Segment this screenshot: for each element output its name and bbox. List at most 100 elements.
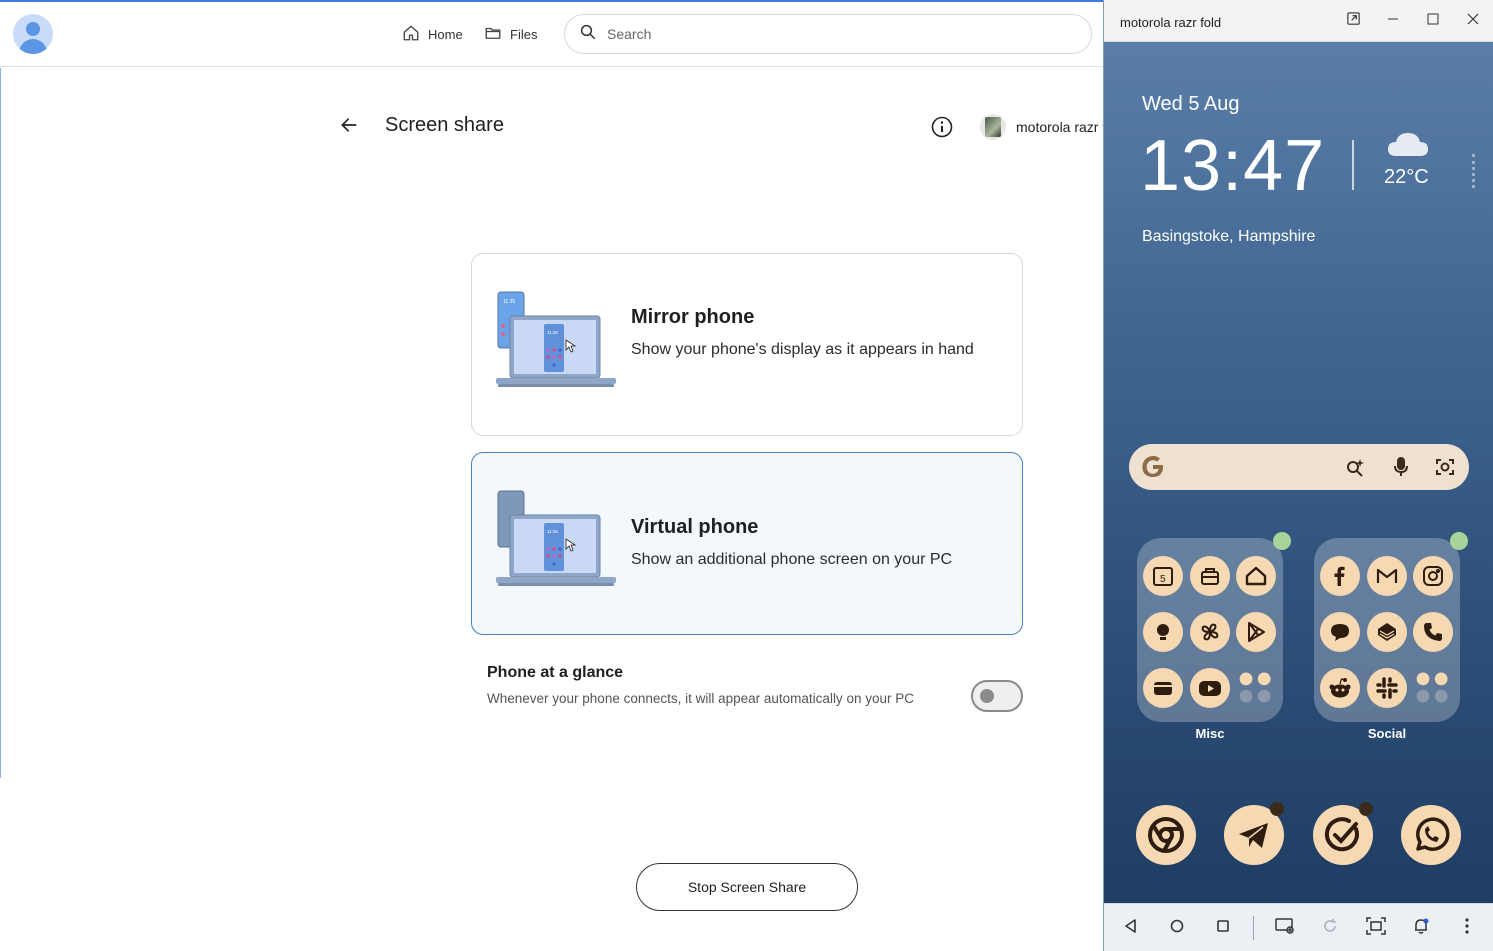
nav-files-label: Files [510,26,538,42]
folder-social[interactable] [1314,532,1468,722]
minimize-icon [1387,12,1399,30]
nav-separator [1253,916,1254,940]
display-settings-button[interactable] [1274,917,1296,939]
phone-link-app: Home Files Screen share [0,0,1103,951]
maximize-button[interactable] [1424,12,1442,30]
play-store-icon[interactable] [1236,612,1276,652]
window-edge [0,68,1,778]
phone-recents-button[interactable] [1212,917,1234,939]
stamp-icon[interactable] [1190,556,1230,596]
back-button[interactable] [336,114,362,140]
svg-text:11:35: 11:35 [503,299,515,305]
more-options-button[interactable] [1456,917,1478,939]
mirror-phone-option[interactable]: 11:35 11:35 Mirror phone Show your phone… [471,253,1023,436]
phone-screen[interactable]: Wed 5 Aug 13:47 22°C Basingstoke, Hampsh… [1104,42,1493,903]
phone-window: motorola razr fold Wed 5 Aug 13:47 22°C [1103,0,1493,951]
virtual-phone-illustration: 11:36 [496,490,616,586]
pop-out-button[interactable] [1344,12,1362,30]
tasks-icon[interactable] [1313,802,1373,865]
arrow-left-icon [339,115,359,140]
phone-control-bar [1104,903,1493,951]
google-search-bar[interactable] [1129,444,1469,490]
cloud-icon [1388,133,1428,156]
folder-misc[interactable]: 5 [1137,532,1291,722]
home-app-icon[interactable] [1236,556,1276,596]
maximize-icon [1427,12,1439,30]
home-icon [402,24,420,45]
virtual-phone-title: Virtual phone [631,516,759,538]
ai-search-icon[interactable] [1344,456,1366,478]
nav-home-label: Home [428,26,463,42]
facebook-icon[interactable] [1320,556,1360,596]
microphone-icon[interactable] [1390,456,1412,478]
search-icon [579,23,597,46]
search-input[interactable] [607,26,1077,42]
chat-icon[interactable] [1320,612,1360,652]
page-title: Screen share [385,114,504,136]
stop-screen-share-button[interactable]: Stop Screen Share [636,863,858,911]
phone-icon[interactable] [1413,612,1453,652]
pop-out-icon [1346,11,1361,31]
minimize-button[interactable] [1384,12,1402,30]
info-button[interactable] [930,115,954,139]
notification-badge [1359,802,1373,816]
reddit-icon[interactable] [1320,668,1360,708]
phone-back-button[interactable] [1120,917,1142,939]
folder-icon [484,24,502,45]
info-icon [930,116,954,143]
google-g-icon [1142,456,1163,477]
chrome-icon[interactable] [1136,805,1196,865]
wallet-icon[interactable] [1143,668,1183,708]
calendar-icon[interactable]: 5 [1143,556,1183,596]
lockscreen-clock: 13:47 [1140,126,1326,206]
notification-dot [1450,532,1468,550]
notification-badge [1270,802,1284,816]
youtube-icon[interactable] [1190,668,1230,708]
virtual-phone-option[interactable]: 11:36 Virtual phone Show an additional p… [471,452,1023,635]
instagram-icon[interactable] [1413,556,1453,596]
triangle-back-icon [1123,918,1139,939]
bulb-icon[interactable] [1143,612,1183,652]
app-header: Home Files [0,2,1103,67]
avatar[interactable] [13,14,53,54]
phone-window-title: motorola razr fold [1120,15,1222,30]
phone-at-glance-toggle[interactable] [971,680,1023,712]
whatsapp-icon[interactable] [1401,805,1461,865]
lockscreen-temperature: 22°C [1384,166,1429,188]
mirror-phone-illustration: 11:35 11:35 [496,291,616,387]
device-selector[interactable]: motorola razr fold [980,112,1103,142]
telegram-icon[interactable] [1224,802,1284,865]
display-settings-icon [1275,917,1295,940]
mini-folder-icon[interactable] [1413,668,1453,708]
svg-text:11:36: 11:36 [547,529,558,534]
virtual-phone-description: Show an additional phone screen on your … [631,551,953,568]
slack-icon[interactable] [1367,668,1407,708]
screenshot-icon [1366,916,1386,940]
lens-icon[interactable] [1434,456,1456,478]
notifications-button[interactable] [1410,917,1432,939]
phone-window-titlebar[interactable]: motorola razr fold [1104,0,1493,42]
bell-icon [1412,917,1430,940]
folder-misc-label: Misc [1195,726,1225,741]
more-vertical-icon [1464,917,1470,940]
close-button[interactable] [1464,12,1482,30]
lockscreen-location: Basingstoke, Hampshire [1142,228,1316,245]
nav-files[interactable]: Files [484,23,537,45]
device-thumbnail [980,114,1006,140]
layers-icon[interactable] [1367,612,1407,652]
square-recents-icon [1215,918,1231,939]
lockscreen-date: Wed 5 Aug [1142,93,1240,115]
notification-dot [1273,532,1291,550]
page-indicator [1472,154,1475,188]
svg-text:11:35: 11:35 [547,330,558,335]
pinwheel-icon[interactable] [1190,612,1230,652]
rotate-button[interactable] [1319,917,1341,939]
nav-home[interactable]: Home [402,23,463,45]
screenshot-button[interactable] [1365,916,1387,940]
rotate-icon [1321,917,1339,940]
toggle-knob [980,689,994,703]
search-box[interactable] [564,14,1092,54]
mini-folder-icon[interactable] [1236,668,1276,708]
phone-home-button[interactable] [1166,917,1188,939]
gmail-icon[interactable] [1367,556,1407,596]
